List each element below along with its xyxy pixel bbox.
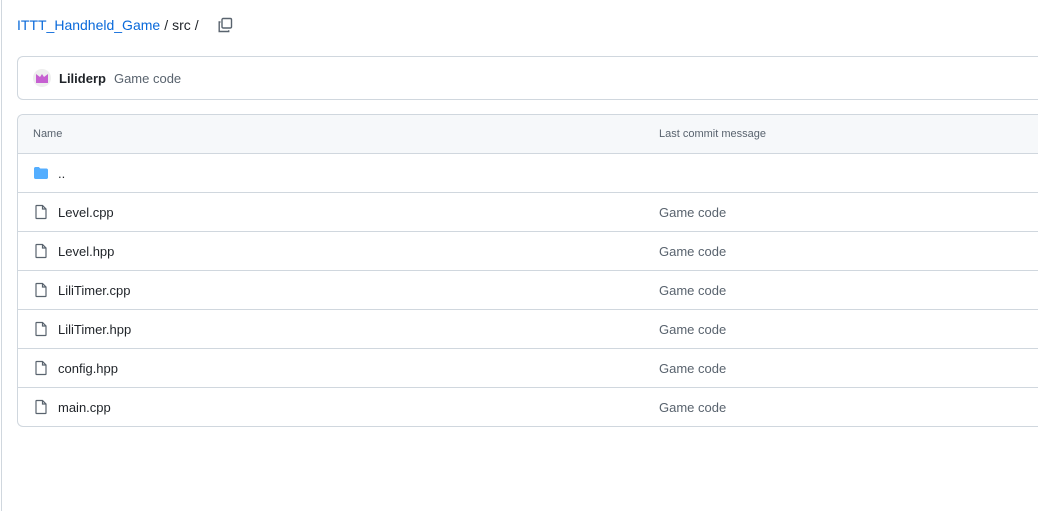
file-table: Name Last commit message .. Level.cpp Gam…: [17, 114, 1038, 427]
table-row[interactable]: Level.hpp Game code: [18, 231, 1038, 270]
file-name-link[interactable]: Level.hpp: [58, 244, 114, 259]
file-icon: [35, 282, 47, 298]
parent-dir-link[interactable]: ..: [58, 166, 65, 181]
file-icon: [35, 360, 47, 376]
file-name-link[interactable]: LiliTimer.hpp: [58, 322, 131, 337]
header-message: Last commit message: [659, 128, 766, 140]
breadcrumb-repo-link[interactable]: ITTT_Handheld_Game: [17, 17, 160, 33]
copy-path-icon[interactable]: [217, 17, 233, 33]
parent-dir-row[interactable]: ..: [18, 153, 1038, 192]
file-commit-message[interactable]: Game code: [659, 322, 726, 337]
latest-commit-bar: Liliderp Game code: [17, 56, 1038, 100]
commit-message[interactable]: Game code: [114, 71, 181, 86]
header-name: Name: [33, 128, 63, 140]
file-commit-message[interactable]: Game code: [659, 283, 726, 298]
breadcrumb-current-folder: src: [172, 17, 191, 33]
table-row[interactable]: main.cpp Game code: [18, 387, 1038, 426]
file-commit-message[interactable]: Game code: [659, 205, 726, 220]
file-icon: [35, 243, 47, 259]
file-commit-message[interactable]: Game code: [659, 244, 726, 259]
table-row[interactable]: Level.cpp Game code: [18, 192, 1038, 231]
file-icon: [35, 321, 47, 337]
avatar[interactable]: [33, 69, 51, 87]
file-icon: [35, 399, 47, 415]
table-row[interactable]: LiliTimer.cpp Game code: [18, 270, 1038, 309]
file-name-link[interactable]: config.hpp: [58, 361, 118, 376]
commit-author[interactable]: Liliderp: [59, 71, 106, 86]
breadcrumb-separator: /: [164, 17, 169, 33]
table-header: Name Last commit message: [18, 115, 1038, 153]
file-name-link[interactable]: main.cpp: [58, 400, 111, 415]
file-commit-message[interactable]: Game code: [659, 361, 726, 376]
table-row[interactable]: LiliTimer.hpp Game code: [18, 309, 1038, 348]
breadcrumb-separator: /: [194, 17, 199, 33]
breadcrumb: ITTT_Handheld_Game / src /: [17, 15, 233, 35]
folder-icon: [34, 167, 48, 179]
left-border: [1, 0, 2, 511]
file-name-link[interactable]: Level.cpp: [58, 205, 114, 220]
file-commit-message[interactable]: Game code: [659, 400, 726, 415]
table-row[interactable]: config.hpp Game code: [18, 348, 1038, 387]
file-icon: [35, 204, 47, 220]
file-name-link[interactable]: LiliTimer.cpp: [58, 283, 130, 298]
